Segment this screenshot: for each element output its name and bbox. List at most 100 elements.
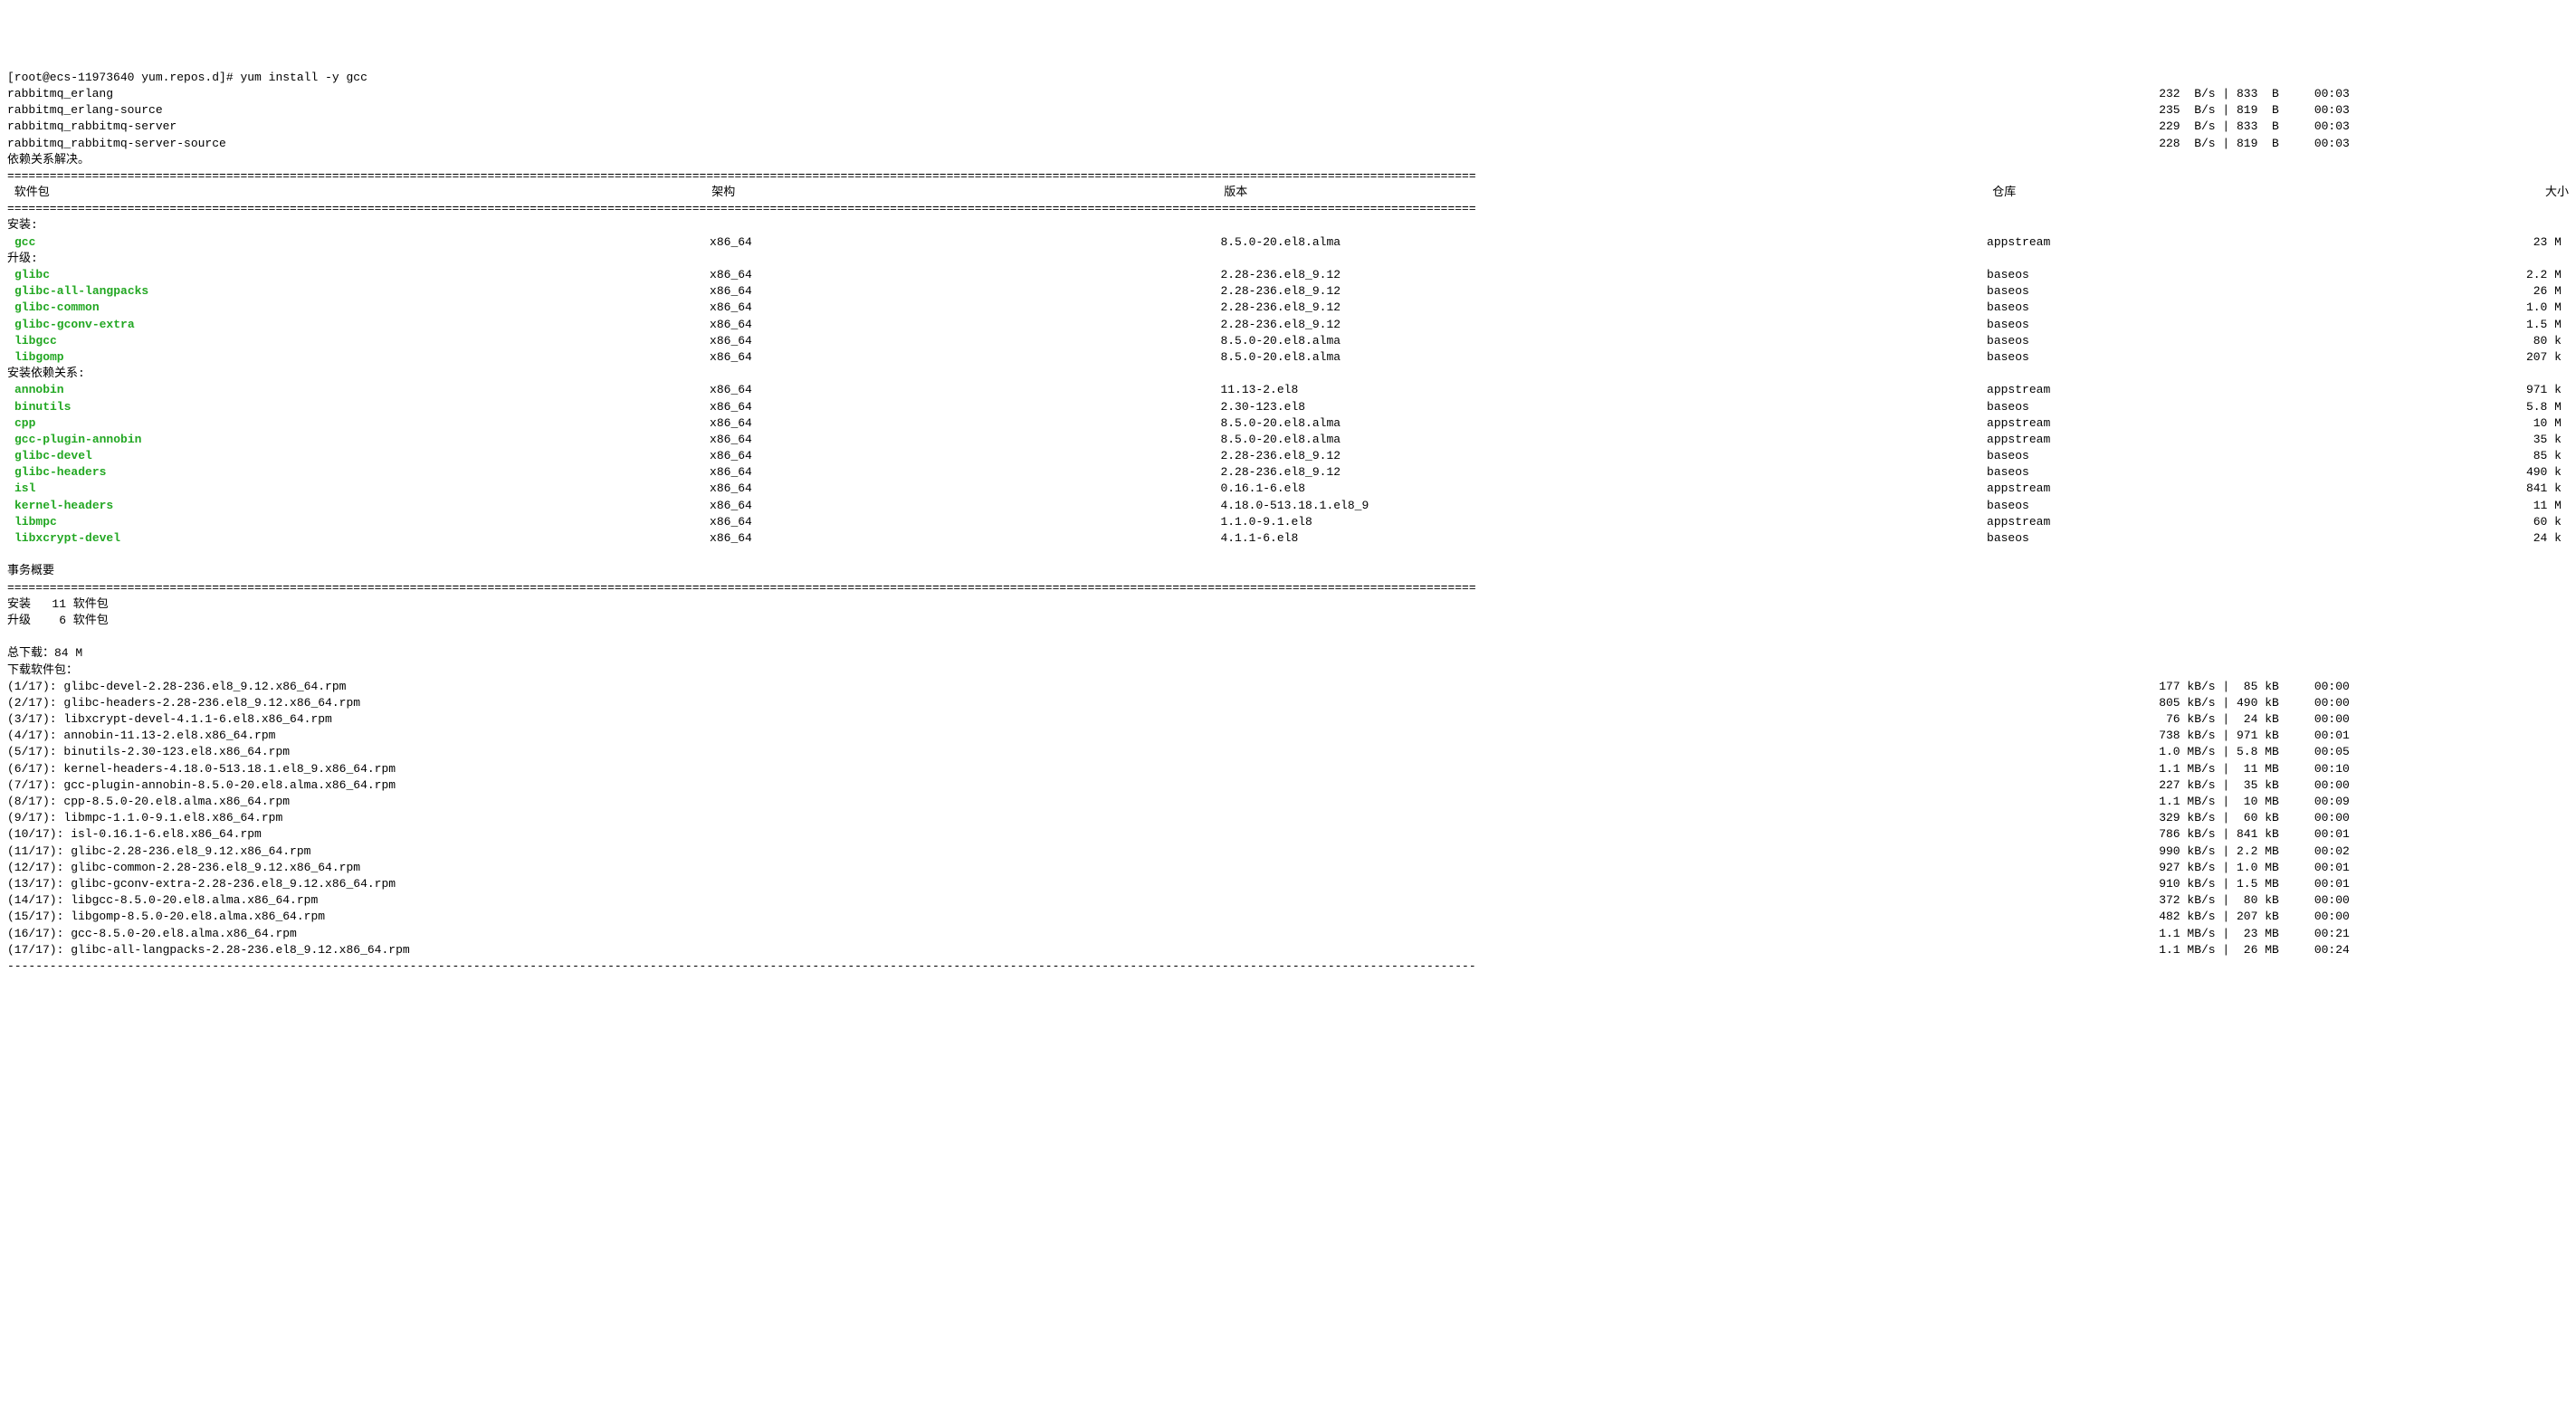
package-arch: x86_64 — [710, 481, 1220, 497]
package-size: 11 M — [2344, 498, 2562, 514]
download-stat: 1.1 MB/s | 23 MB 00:21 — [2159, 926, 2569, 942]
package-arch: x86_64 — [710, 399, 1220, 415]
download-stat: 76 kB/s | 24 kB 00:00 — [2159, 711, 2569, 728]
download-name: (13/17): glibc-gconv-extra-2.28-236.el8_… — [7, 876, 2159, 892]
package-version: 1.1.0-9.1.el8 — [1220, 514, 1987, 530]
repo-name: rabbitmq_rabbitmq-server-source — [7, 136, 2159, 152]
header-rule-top: ========================================… — [7, 168, 2569, 185]
package-name: glibc-common — [14, 300, 710, 316]
package-size: 35 k — [2344, 432, 2562, 448]
package-repo: baseos — [1987, 530, 2344, 547]
download-name: (1/17): glibc-devel-2.28-236.el8_9.12.x8… — [7, 679, 2159, 695]
package-repo: baseos — [1987, 349, 2344, 366]
download-name: (12/17): glibc-common-2.28-236.el8_9.12.… — [7, 860, 2159, 876]
col-header-version: 版本 — [1224, 185, 1992, 201]
package-repo: baseos — [1987, 498, 2344, 514]
package-repo: baseos — [1987, 317, 2344, 333]
download-name: (8/17): cpp-8.5.0-20.el8.alma.x86_64.rpm — [7, 794, 2159, 810]
package-version: 8.5.0-20.el8.alma — [1220, 333, 1987, 349]
package-repo: baseos — [1987, 267, 2344, 283]
package-name: gcc-plugin-annobin — [14, 432, 710, 448]
package-row: kernel-headersx86_644.18.0-513.18.1.el8_… — [7, 498, 2569, 514]
package-repo: baseos — [1987, 333, 2344, 349]
package-name: glibc-gconv-extra — [14, 317, 710, 333]
package-row: gcc-plugin-annobinx86_648.5.0-20.el8.alm… — [7, 432, 2569, 448]
download-name: (5/17): binutils-2.30-123.el8.x86_64.rpm — [7, 744, 2159, 760]
download-stat: 1.1 MB/s | 10 MB 00:09 — [2159, 794, 2569, 810]
package-version: 2.28-236.el8_9.12 — [1220, 283, 1987, 300]
package-repo: baseos — [1987, 448, 2344, 464]
package-repo: appstream — [1987, 514, 2344, 530]
package-repo: appstream — [1987, 432, 2344, 448]
download-name: (16/17): gcc-8.5.0-20.el8.alma.x86_64.rp… — [7, 926, 2159, 942]
repo-stat: 232 B/s | 833 B 00:03 — [2159, 86, 2569, 102]
package-repo: appstream — [1987, 415, 2344, 432]
package-name: cpp — [14, 415, 710, 432]
download-stat: 482 kB/s | 207 kB 00:00 — [2159, 909, 2569, 925]
download-stat: 177 kB/s | 85 kB 00:00 — [2159, 679, 2569, 695]
repo-name: rabbitmq_erlang-source — [7, 102, 2159, 119]
package-version: 2.28-236.el8_9.12 — [1220, 267, 1987, 283]
package-size: 60 k — [2344, 514, 2562, 530]
repo-name: rabbitmq_rabbitmq-server — [7, 119, 2159, 135]
package-arch: x86_64 — [710, 448, 1220, 464]
download-stat: 1.1 MB/s | 11 MB 00:10 — [2159, 761, 2569, 777]
col-header-package: 软件包 — [7, 185, 711, 201]
package-size: 10 M — [2344, 415, 2562, 432]
package-repo: appstream — [1987, 234, 2344, 251]
package-size: 85 k — [2344, 448, 2562, 464]
download-name: (7/17): gcc-plugin-annobin-8.5.0-20.el8.… — [7, 777, 2159, 794]
package-row: libmpcx86_641.1.0-9.1.el8appstream 60 k — [7, 514, 2569, 530]
download-name: (9/17): libmpc-1.1.0-9.1.el8.x86_64.rpm — [7, 810, 2159, 826]
downloading-packages-title: 下载软件包： — [7, 663, 78, 677]
col-header-repo: 仓库 — [1992, 185, 2351, 201]
package-arch: x86_64 — [710, 267, 1220, 283]
package-row: cppx86_648.5.0-20.el8.almaappstream 10 M — [7, 415, 2569, 432]
package-arch: x86_64 — [710, 464, 1220, 481]
package-size: 24 k — [2344, 530, 2562, 547]
download-stat: 927 kB/s | 1.0 MB 00:01 — [2159, 860, 2569, 876]
package-name: kernel-headers — [14, 498, 710, 514]
package-version: 11.13-2.el8 — [1220, 382, 1987, 398]
package-repo: baseos — [1987, 399, 2344, 415]
package-version: 2.28-236.el8_9.12 — [1220, 300, 1987, 316]
package-size: 5.8 M — [2344, 399, 2562, 415]
package-arch: x86_64 — [710, 382, 1220, 398]
repo-stat: 235 B/s | 819 B 00:03 — [2159, 102, 2569, 119]
command-input[interactable]: yum install -y gcc — [240, 71, 367, 84]
package-row: glibcx86_642.28-236.el8_9.12baseos2.2 M — [7, 267, 2569, 283]
section-upgrade-title: 升级: — [7, 252, 38, 265]
package-row: libxcrypt-develx86_644.1.1-6.el8baseos 2… — [7, 530, 2569, 547]
tx-install-count: 安装 11 软件包 — [7, 597, 109, 611]
package-name: binutils — [14, 399, 710, 415]
package-name: libmpc — [14, 514, 710, 530]
col-header-arch: 架构 — [711, 185, 1224, 201]
package-version: 2.28-236.el8_9.12 — [1220, 448, 1987, 464]
package-name: annobin — [14, 382, 710, 398]
download-name: (4/17): annobin-11.13-2.el8.x86_64.rpm — [7, 728, 2159, 744]
download-name: (11/17): glibc-2.28-236.el8_9.12.x86_64.… — [7, 843, 2159, 860]
download-stat: 786 kB/s | 841 kB 00:01 — [2159, 826, 2569, 843]
package-row: glibc-headersx86_642.28-236.el8_9.12base… — [7, 464, 2569, 481]
header-rule-bottom: ========================================… — [7, 201, 2569, 217]
download-name: (3/17): libxcrypt-devel-4.1.1-6.el8.x86_… — [7, 711, 2159, 728]
package-row: islx86_640.16.1-6.el8appstream841 k — [7, 481, 2569, 497]
repo-stat: 229 B/s | 833 B 00:03 — [2159, 119, 2569, 135]
package-name: glibc-devel — [14, 448, 710, 464]
col-header-size: 大小 — [2351, 185, 2569, 201]
package-row: gccx86_648.5.0-20.el8.almaappstream 23 M — [7, 234, 2569, 251]
terminal[interactable]: [root@ecs-11973640 yum.repos.d]# yum ins… — [7, 70, 2569, 975]
package-size: 2.2 M — [2344, 267, 2562, 283]
package-size: 207 k — [2344, 349, 2562, 366]
download-name: (17/17): glibc-all-langpacks-2.28-236.el… — [7, 942, 2159, 958]
package-arch: x86_64 — [710, 349, 1220, 366]
package-name: libgcc — [14, 333, 710, 349]
download-stat: 805 kB/s | 490 kB 00:00 — [2159, 695, 2569, 711]
package-size: 1.5 M — [2344, 317, 2562, 333]
package-repo: baseos — [1987, 283, 2344, 300]
package-name: gcc — [14, 234, 710, 251]
package-name: glibc-headers — [14, 464, 710, 481]
package-arch: x86_64 — [710, 432, 1220, 448]
package-version: 8.5.0-20.el8.alma — [1220, 432, 1987, 448]
package-version: 2.30-123.el8 — [1220, 399, 1987, 415]
